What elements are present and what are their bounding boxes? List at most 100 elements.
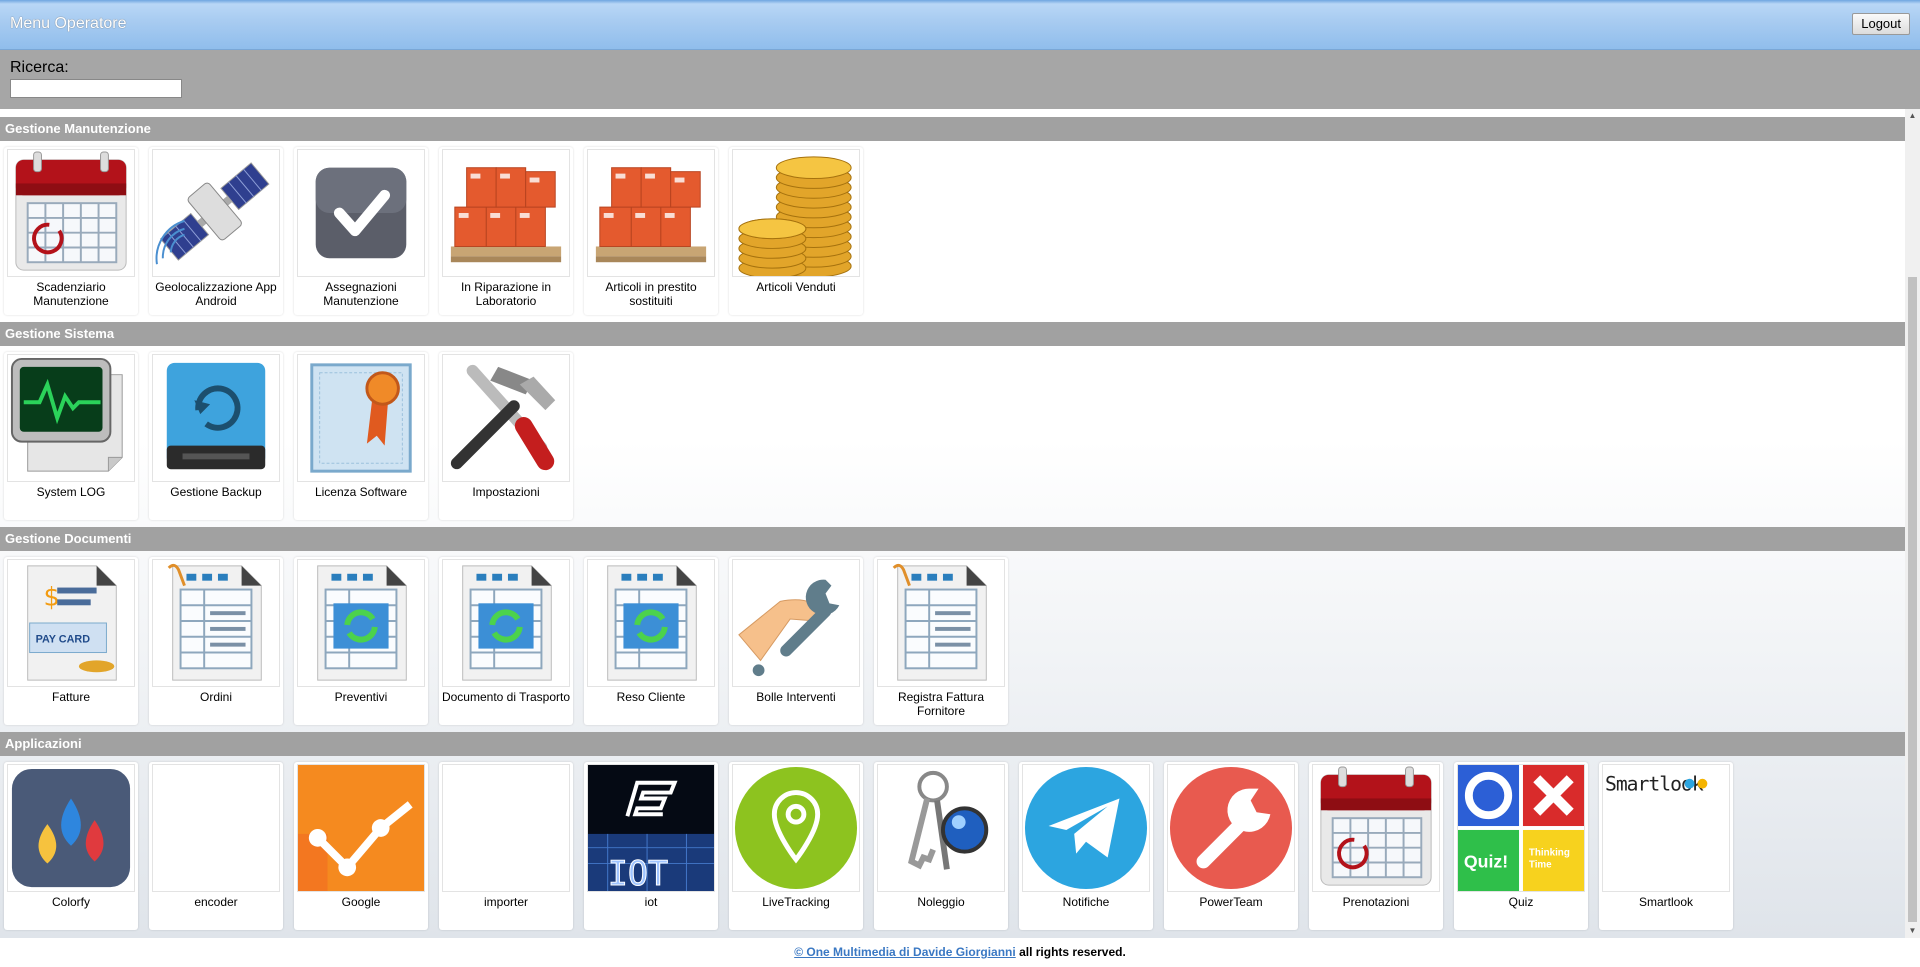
menu-tile-label[interactable]: Scadenziario Manutenzione — [4, 280, 138, 308]
menu-tile-label[interactable]: Registra Fattura Fornitore — [874, 690, 1008, 718]
menu-tile-label[interactable]: Assegnazioni Manutenzione — [294, 280, 428, 308]
menu-tile-label[interactable]: Ordini — [149, 690, 283, 704]
boxes-pallet-icon[interactable] — [587, 149, 715, 277]
menu-tile-noleggio[interactable]: Noleggio — [874, 762, 1008, 930]
menu-tile-articoli-venduti[interactable]: Articoli Venduti — [729, 147, 863, 315]
menu-tile-label[interactable]: Documento di Trasporto — [439, 690, 573, 704]
menu-tile-ordini[interactable]: Ordini — [149, 557, 283, 725]
menu-tile-powerteam[interactable]: PowerTeam — [1164, 762, 1298, 930]
scroll-thumb[interactable] — [1908, 277, 1917, 922]
spreadsheet-document-icon[interactable] — [152, 559, 280, 687]
menu-tile-label[interactable]: Smartlook — [1599, 895, 1733, 909]
pay-card-document-icon[interactable]: $ PAY CARD — [7, 559, 135, 687]
menu-content: Gestione Manutenzione Scadenziario Manute… — [0, 109, 1905, 938]
search-bar: Ricerca: — [0, 50, 1920, 109]
menu-tile-fatture[interactable]: $ PAY CARD Fatture — [4, 557, 138, 725]
copyright-link[interactable]: © One Multimedia di Davide Giorgianni — [794, 945, 1016, 959]
boxes-pallet-icon[interactable] — [442, 149, 570, 277]
iot-board-icon[interactable]: IOT — [587, 764, 715, 892]
menu-tile-label[interactable]: Prenotazioni — [1309, 895, 1443, 909]
menu-tile-reso-cliente[interactable]: Reso Cliente — [584, 557, 718, 725]
gold-coins-icon[interactable] — [732, 149, 860, 277]
menu-tile-label[interactable]: Fatture — [4, 690, 138, 704]
spreadsheet-document-icon[interactable] — [877, 559, 1005, 687]
menu-tile-notifiche[interactable]: Notifiche — [1019, 762, 1153, 930]
menu-tile-iot[interactable]: IOT iot — [584, 762, 718, 930]
menu-tile-label[interactable]: In Riparazione in Laboratorio — [439, 280, 573, 308]
menu-tile-label[interactable]: iot — [584, 895, 718, 909]
menu-tile-impostazioni[interactable]: Impostazioni — [439, 352, 573, 520]
keys-icon[interactable] — [877, 764, 1005, 892]
menu-tile-importer[interactable]: importer — [439, 762, 573, 930]
menu-tile-label[interactable]: Google — [294, 895, 428, 909]
sync-document-icon[interactable] — [442, 559, 570, 687]
smartlook-logo-icon[interactable]: Smartlook — [1602, 764, 1730, 892]
menu-tile-prenotazioni[interactable]: Prenotazioni — [1309, 762, 1443, 930]
calendar-icon[interactable] — [7, 149, 135, 277]
menu-tile-registra-fattura-fornitore[interactable]: Registra Fattura Fornitore — [874, 557, 1008, 725]
menu-tile-label[interactable]: Preventivi — [294, 690, 428, 704]
tools-icon[interactable] — [442, 354, 570, 482]
menu-tile-label[interactable]: Notifiche — [1019, 895, 1153, 909]
menu-tile-articoli-in-prestito-sostituiti[interactable]: Articoli in prestito sostituiti — [584, 147, 718, 315]
analytics-chart-icon[interactable] — [297, 764, 425, 892]
menu-tile-preventivi[interactable]: Preventivi — [294, 557, 428, 725]
colorfy-drops-icon[interactable] — [7, 764, 135, 892]
satellite-icon[interactable] — [152, 149, 280, 277]
search-label: Ricerca: — [10, 59, 69, 76]
menu-tile-bolle-interventi[interactable]: Bolle Interventi — [729, 557, 863, 725]
monitor-log-icon[interactable] — [7, 354, 135, 482]
menu-tile-label[interactable]: Articoli in prestito sostituiti — [584, 280, 718, 308]
menu-tile-quiz[interactable]: Quiz! Thinking Time Quiz — [1454, 762, 1588, 930]
menu-tile-label[interactable]: encoder — [149, 895, 283, 909]
logout-button[interactable]: Logout — [1852, 13, 1910, 35]
search-input[interactable] — [10, 79, 182, 98]
quiz-grid-icon[interactable]: Quiz! Thinking Time — [1457, 764, 1585, 892]
calendar-icon[interactable] — [1312, 764, 1440, 892]
menu-tile-smartlook[interactable]: Smartlook Smartlook — [1599, 762, 1733, 930]
menu-tile-licenza-software[interactable]: Licenza Software — [294, 352, 428, 520]
menu-tile-livetracking[interactable]: LiveTracking — [729, 762, 863, 930]
menu-tile-label[interactable]: System LOG — [4, 485, 138, 499]
menu-tile-label[interactable]: Geolocalizzazione App Android — [149, 280, 283, 308]
menu-tile-label[interactable]: Gestione Backup — [149, 485, 283, 499]
menu-tile-label[interactable]: Noleggio — [874, 895, 1008, 909]
telegram-plane-icon[interactable] — [1022, 764, 1150, 892]
menu-tile-colorfy[interactable]: Colorfy — [4, 762, 138, 930]
certificate-icon[interactable] — [297, 354, 425, 482]
menu-tile-encoder[interactable]: encoder — [149, 762, 283, 930]
menu-tile-system-log[interactable]: System LOG — [4, 352, 138, 520]
sync-document-icon[interactable] — [297, 559, 425, 687]
hand-wrench-icon[interactable] — [732, 559, 860, 687]
menu-tile-label[interactable]: Impostazioni — [439, 485, 573, 499]
location-pin-icon[interactable] — [732, 764, 860, 892]
svg-text:Time: Time — [1529, 859, 1552, 870]
menu-tile-label[interactable]: Colorfy — [4, 895, 138, 909]
menu-tile-gestione-backup[interactable]: Gestione Backup — [149, 352, 283, 520]
blank-icon[interactable] — [442, 764, 570, 892]
scroll-up-arrow-icon[interactable]: ▲ — [1905, 109, 1920, 123]
checkmark-icon[interactable] — [297, 149, 425, 277]
menu-tile-label[interactable]: Articoli Venduti — [729, 280, 863, 294]
menu-tile-scadenziario-manutenzione[interactable]: Scadenziario Manutenzione — [4, 147, 138, 315]
menu-tile-label[interactable]: Reso Cliente — [584, 690, 718, 704]
menu-tile-label[interactable]: Licenza Software — [294, 485, 428, 499]
menu-tile-label[interactable]: Bolle Interventi — [729, 690, 863, 704]
menu-tile-google[interactable]: Google — [294, 762, 428, 930]
svg-text:Quiz!: Quiz! — [1464, 851, 1508, 871]
blank-icon[interactable] — [152, 764, 280, 892]
menu-tile-label[interactable]: Quiz — [1454, 895, 1588, 909]
backup-drive-icon[interactable] — [152, 354, 280, 482]
menu-tile-documento-di-trasporto[interactable]: Documento di Trasporto — [439, 557, 573, 725]
svg-text:Thinking: Thinking — [1529, 848, 1570, 859]
menu-tile-label[interactable]: PowerTeam — [1164, 895, 1298, 909]
vertical-scrollbar[interactable]: ▲ ▼ — [1905, 109, 1920, 938]
menu-tile-label[interactable]: LiveTracking — [729, 895, 863, 909]
menu-tile-assegnazioni-manutenzione[interactable]: Assegnazioni Manutenzione — [294, 147, 428, 315]
wrench-circle-icon[interactable] — [1167, 764, 1295, 892]
menu-tile-geolocalizzazione-app-android[interactable]: Geolocalizzazione App Android — [149, 147, 283, 315]
menu-tile-label[interactable]: importer — [439, 895, 573, 909]
menu-tile-in-riparazione-in-laboratorio[interactable]: In Riparazione in Laboratorio — [439, 147, 573, 315]
sync-document-icon[interactable] — [587, 559, 715, 687]
scroll-down-arrow-icon[interactable]: ▼ — [1905, 924, 1920, 938]
